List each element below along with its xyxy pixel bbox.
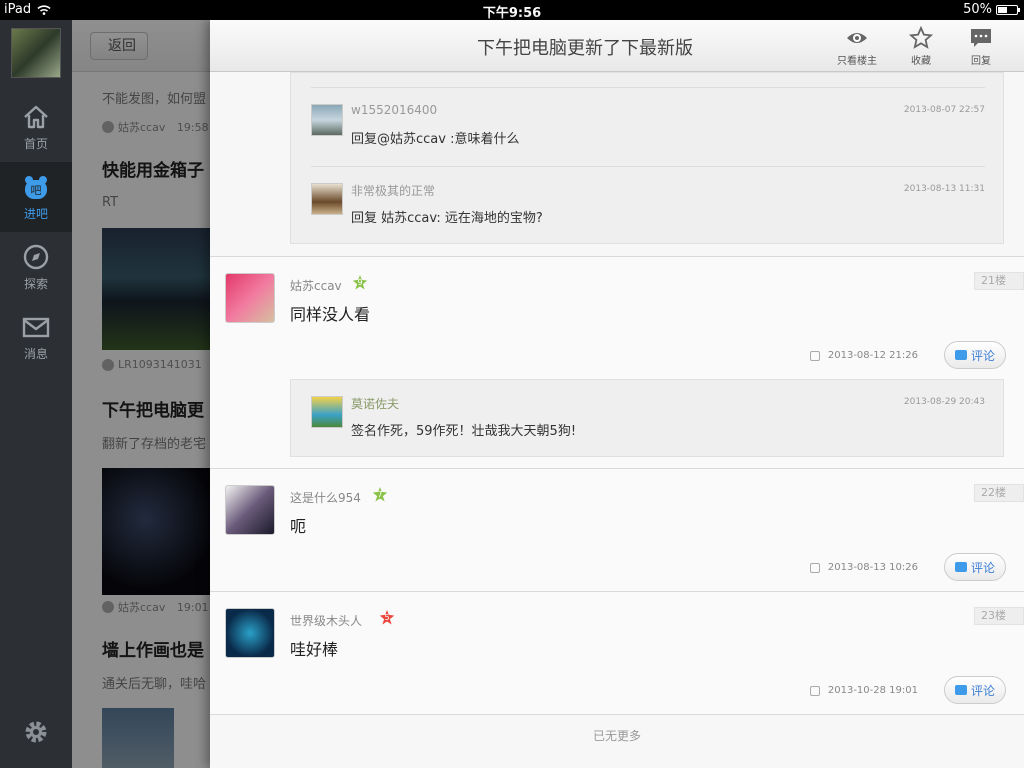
avatar[interactable] (311, 183, 343, 215)
panel-header: 下午把电脑更新了下最新版 只看楼主 收藏 回复 (210, 20, 1024, 72)
sub-replies-box: w1552016400 2013-08-07 22:57 回复@姑苏ccav :… (290, 72, 1004, 244)
home-icon (24, 105, 48, 128)
clock-icon (809, 685, 820, 696)
avatar[interactable] (225, 608, 275, 658)
post-23: 世界级木头人 5 23楼 哇好棒 2013-10-28 19:01 评论 (210, 591, 1024, 714)
comment-button[interactable]: 评论 (944, 341, 1006, 369)
comment-button[interactable]: 评论 (944, 553, 1006, 581)
clock-icon (809, 350, 820, 361)
reply-button[interactable]: 回复 (956, 26, 1006, 67)
post-content: 哇好棒 (290, 640, 339, 659)
battery-level (998, 6, 1007, 13)
post-author[interactable]: 世界级木头人 (290, 612, 362, 629)
gear-icon[interactable] (22, 718, 50, 746)
post-22: 这是什么954 7 22楼 呃 2013-08-13 10:26 评论 (210, 468, 1024, 591)
post-author[interactable]: 姑苏ccav (290, 277, 342, 294)
comment-button[interactable]: 评论 (944, 676, 1006, 704)
nav-message[interactable]: 消息 (0, 302, 72, 372)
sub-reply[interactable]: w1552016400 2013-08-07 22:57 回复@姑苏ccav :… (311, 88, 985, 166)
post-content: 同样没人看 (290, 305, 371, 324)
eye-icon (847, 33, 867, 43)
level-badge: 9 (352, 275, 368, 290)
floor-label: 22楼 (974, 484, 1024, 502)
nav-bar[interactable]: 吧 进吧 (0, 162, 72, 232)
status-bar: iPad 下午9:56 50% (0, 0, 1024, 21)
battery-percent: 50% (963, 2, 992, 17)
clock: 下午9:56 (482, 6, 542, 21)
floor-label: 21楼 (974, 272, 1024, 290)
avatar[interactable] (311, 396, 343, 428)
bear-icon: 吧 (25, 175, 47, 199)
sub-reply[interactable]: 非常极其的正常 2013-08-13 11:31 回复 姑苏ccav: 远在海地… (311, 167, 985, 245)
left-nav: 首页 吧 进吧 探索 消息 (0, 20, 72, 768)
floor-label: 23楼 (974, 607, 1024, 625)
only-op-button[interactable]: 只看楼主 (832, 26, 882, 67)
post-author[interactable]: 这是什么954 (290, 489, 361, 506)
level-badge: 5 (379, 610, 395, 625)
comment-icon (954, 685, 967, 695)
nav-explore[interactable]: 探索 (0, 232, 72, 302)
mail-icon (22, 317, 50, 337)
level-badge: 7 (372, 487, 388, 502)
dim-overlay[interactable] (72, 20, 210, 768)
avatar[interactable] (311, 104, 343, 136)
avatar[interactable] (225, 273, 275, 323)
no-more-label: 已无更多 (592, 729, 641, 743)
comment-icon (954, 350, 967, 360)
nav-home[interactable]: 首页 (0, 92, 72, 162)
battery-icon (996, 4, 1020, 15)
avatar[interactable] (11, 28, 61, 78)
svg-text:吧: 吧 (31, 184, 42, 197)
speech-bubble-icon (971, 29, 991, 47)
compass-icon (23, 244, 49, 269)
clock-icon (809, 562, 820, 573)
thread-detail-panel: 下午把电脑更新了下最新版 只看楼主 收藏 回复 w1552016400 2013… (210, 20, 1024, 768)
sub-reply[interactable]: 莫诺佐夫 2013-08-29 20:43 签名作死，59作死！壮哉我大天朝5狗… (311, 380, 985, 458)
post-21: 姑苏ccav 9 21楼 同样没人看 2013-08-12 21:26 评论 莫… (210, 256, 1024, 468)
favorite-button[interactable]: 收藏 (896, 26, 946, 67)
post-content: 呃 (290, 517, 307, 536)
star-icon (909, 26, 933, 49)
avatar[interactable] (225, 485, 275, 535)
comment-icon (954, 562, 967, 572)
sub-replies-box: 莫诺佐夫 2013-08-29 20:43 签名作死，59作死！壮哉我大天朝5狗… (290, 379, 1004, 457)
